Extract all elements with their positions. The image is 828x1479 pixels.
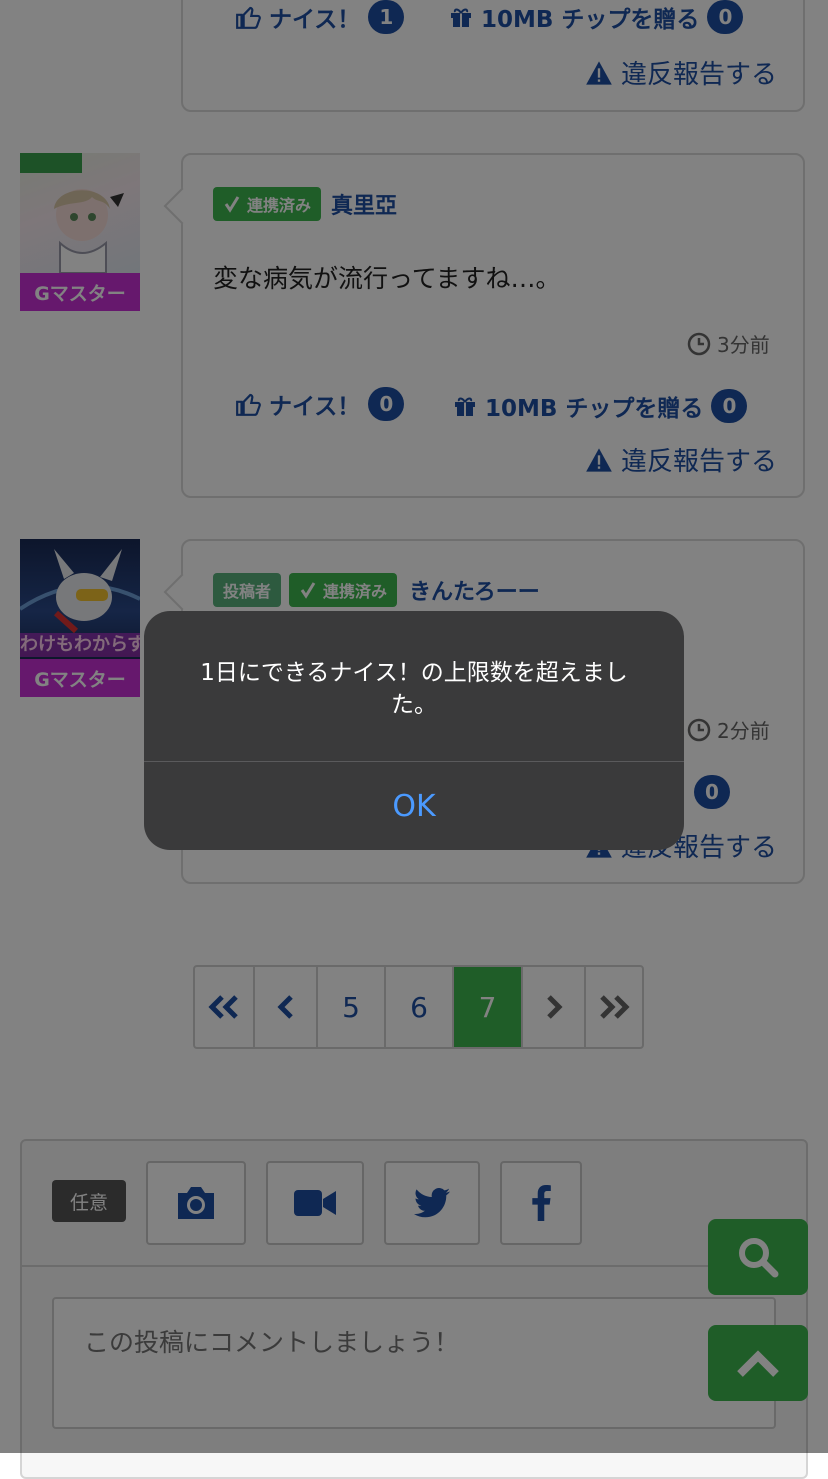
alert-message: 1日にできるナイス！の上限数を超えました。 [200,660,628,718]
alert-dialog: 1日にできるナイス！の上限数を超えました。 OK [144,611,684,850]
alert-ok-button[interactable]: OK [144,762,684,850]
